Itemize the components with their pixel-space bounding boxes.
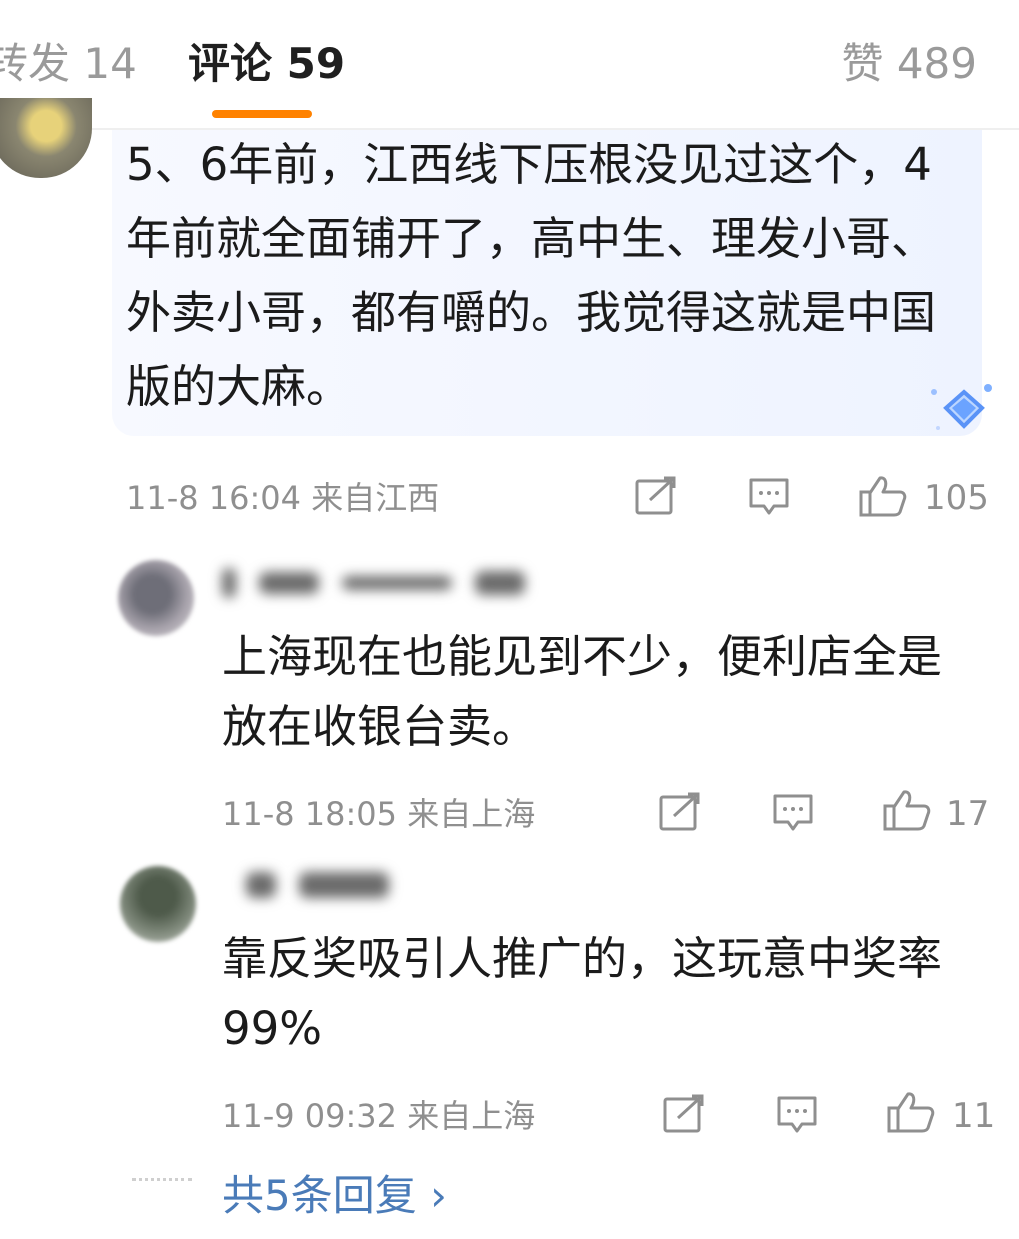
like-count: 105 bbox=[924, 478, 989, 518]
comment-location: 来自江西 bbox=[311, 479, 440, 517]
comment-text: 5、6年前，江西线下压根没见过这个，4年前就全面铺开了，高中生、理发小哥、外卖小… bbox=[126, 138, 937, 413]
avatar[interactable] bbox=[118, 560, 194, 636]
reply-time: 11-8 18:05 bbox=[222, 795, 398, 833]
avatar[interactable] bbox=[120, 866, 196, 942]
reply-location: 来自上海 bbox=[407, 795, 536, 833]
like-icon[interactable] bbox=[858, 474, 908, 518]
comment-time: 11-8 16:04 bbox=[126, 479, 302, 517]
more-replies-link[interactable]: 共5条回复 › bbox=[222, 1170, 447, 1222]
share-icon[interactable] bbox=[662, 1094, 706, 1134]
reply-meta: 11-8 18:05 来自上海 bbox=[222, 794, 535, 834]
share-icon[interactable] bbox=[658, 792, 702, 832]
tab-forward[interactable]: 转发 14 bbox=[0, 38, 137, 90]
reply-meta: 11-9 09:32 来自上海 bbox=[222, 1096, 535, 1136]
avatar[interactable] bbox=[0, 98, 92, 178]
comment-icon[interactable] bbox=[748, 476, 790, 518]
active-tab-indicator bbox=[212, 110, 312, 118]
like-count: 11 bbox=[952, 1096, 996, 1136]
reply-location: 来自上海 bbox=[407, 1097, 536, 1135]
tab-likes[interactable]: 赞 489 bbox=[841, 38, 977, 90]
share-icon[interactable] bbox=[634, 476, 678, 516]
tab-comments[interactable]: 评论 59 bbox=[188, 38, 345, 90]
reply-time: 11-9 09:32 bbox=[222, 1097, 398, 1135]
like-count: 17 bbox=[946, 794, 990, 834]
reply-text: 靠反奖吸引人推广的，这玩意中奖率99% bbox=[222, 932, 943, 1055]
comment-icon[interactable] bbox=[772, 792, 814, 834]
comment-meta: 11-8 16:04 来自江西 bbox=[126, 478, 439, 518]
username-blurred[interactable] bbox=[222, 568, 622, 608]
comment-icon[interactable] bbox=[776, 1094, 818, 1136]
reply-text: 上海现在也能见到不少，便利店全是放在收银台卖。 bbox=[222, 630, 943, 753]
username-blurred[interactable] bbox=[246, 872, 476, 912]
like-icon[interactable] bbox=[886, 1090, 936, 1134]
diamond-badge-icon bbox=[931, 384, 992, 430]
more-replies-dots bbox=[132, 1178, 192, 1181]
like-icon[interactable] bbox=[882, 788, 932, 832]
